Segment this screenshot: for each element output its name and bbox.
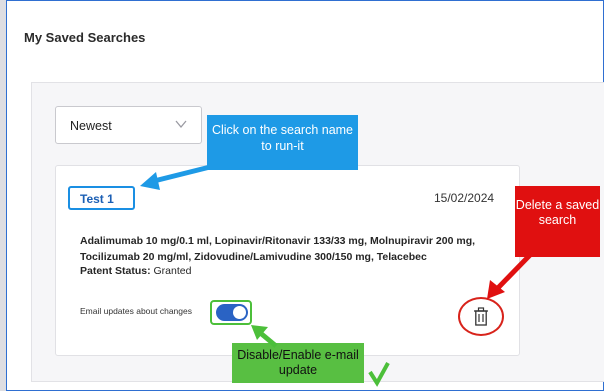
- annotation-arrow-red: [487, 253, 532, 299]
- annotation-arrow-blue: [140, 164, 211, 190]
- annotation-arrows: [140, 164, 532, 387]
- annotation-arrow-green: [251, 325, 278, 348]
- annotation-checkmark: [368, 362, 390, 387]
